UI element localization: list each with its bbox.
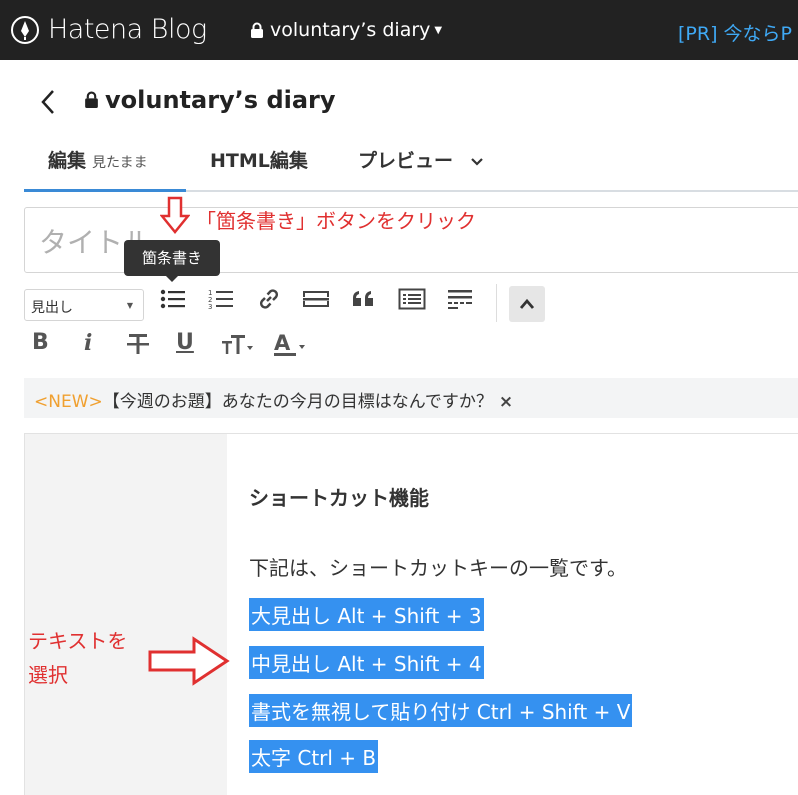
tooltip: 箇条書き [124, 240, 220, 282]
annotation-select-text: テキストを 選択 [28, 624, 127, 692]
editor-content-area[interactable]: ショートカット機能 下記は、ショートカットキーの一覧です。 大見出し Alt +… [24, 433, 798, 795]
selected-line: 太字 Ctrl + B [249, 740, 379, 773]
close-icon[interactable]: × [499, 392, 513, 412]
selected-line: 書式を無視して貼り付け Ctrl + Shift + V [249, 694, 633, 727]
dropdown-arrow-icon: ▼ [126, 301, 133, 310]
heading-select[interactable]: 見出し ▼ [24, 289, 144, 321]
bold-label: B [32, 330, 49, 355]
underline-label: U [176, 330, 194, 355]
selected-line: 大見出し Alt + Shift + 3 [249, 598, 484, 631]
tab-preview[interactable]: プレビュー [358, 146, 484, 173]
tab-label: HTML編集 [210, 150, 308, 172]
back-arrow-icon[interactable] [38, 88, 58, 116]
editor-gutter [25, 434, 227, 795]
svg-text:3: 3 [208, 303, 212, 311]
annotation-line: 選択 [28, 663, 68, 687]
bullet-list-icon[interactable] [159, 285, 187, 313]
weekly-topic-notice[interactable]: <NEW>【今週のお題】あなたの今月の目標はなんですか？ × [24, 378, 798, 418]
pr-link[interactable]: [PR] 今ならP [678, 19, 798, 46]
font-color-icon[interactable]: A [272, 331, 308, 359]
blog-name: voluntary’s diary [270, 19, 431, 41]
svg-text:A: A [274, 331, 291, 355]
quote-icon[interactable] [350, 285, 378, 313]
notice-text: 【今週のお題】あなたの今月の目標はなんですか？ [102, 392, 493, 412]
italic-label: i [84, 330, 93, 356]
hatena-pen-icon [11, 15, 39, 44]
annotation-arrow-right-icon [148, 636, 230, 686]
blog-selector[interactable]: voluntary’s diary ▼ [250, 19, 442, 41]
annotation-click-instruction: 「箇条書き」ボタンをクリック [196, 209, 476, 233]
content-intro: 下記は、ショートカットキーの一覧です。 [249, 556, 627, 580]
chevron-up-icon [519, 298, 535, 309]
horizontal-rule-icon[interactable] [302, 285, 330, 313]
tab-label: 編集 [48, 150, 87, 172]
tab-label: プレビュー [358, 150, 454, 172]
tab-wysiwyg[interactable]: 編集 見たまま [48, 146, 148, 173]
active-tab-indicator [24, 189, 186, 192]
bold-button[interactable]: B [32, 330, 49, 355]
editor-tabs: 編集 見たまま HTML編集 プレビュー [24, 130, 798, 192]
tab-html-edit[interactable]: HTML編集 [210, 146, 308, 173]
read-more-icon[interactable] [446, 285, 474, 313]
selected-line: 中見出し Alt + Shift + 4 [249, 646, 484, 679]
content-heading: ショートカット機能 [249, 486, 429, 510]
annotation-line: テキストを [28, 629, 128, 653]
heading-select-value: 見出し [31, 300, 73, 316]
editor-title-text: voluntary’s diary [105, 86, 336, 114]
caret-down-icon: ▼ [434, 24, 443, 36]
lock-icon [85, 91, 98, 108]
annotation-arrow-down-icon [160, 196, 190, 234]
italic-button[interactable]: i [84, 330, 92, 356]
hatena-blog-logo[interactable]: Hatena Blog [10, 14, 207, 45]
toolbar-divider [496, 284, 497, 322]
new-tag: <NEW> [34, 392, 103, 412]
font-size-icon[interactable] [220, 331, 256, 359]
numbered-list-icon[interactable]: 1 2 3 [207, 285, 235, 313]
strikethrough-icon[interactable] [124, 330, 152, 358]
underline-button[interactable]: U [176, 330, 194, 355]
top-bar: Hatena Blog voluntary’s diary ▼ [PR] 今なら… [0, 0, 798, 60]
link-icon[interactable] [255, 285, 283, 313]
editor-blog-title: voluntary’s diary [84, 86, 336, 114]
collapse-toolbar-button[interactable] [509, 286, 545, 322]
logo-text: Hatena Blog [48, 14, 207, 45]
table-of-contents-icon[interactable] [398, 285, 426, 313]
chevron-down-icon [470, 157, 483, 166]
tab-sublabel: 見たまま [92, 155, 148, 171]
lock-icon [251, 22, 263, 38]
